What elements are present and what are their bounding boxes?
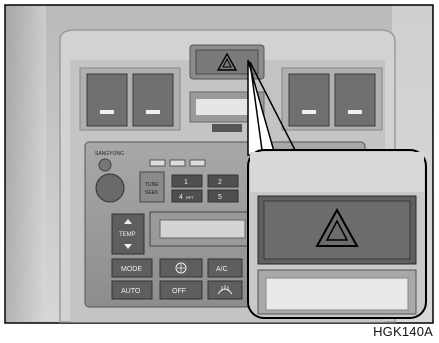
- figure-caption: HGK140A: [373, 324, 433, 339]
- cassette-slot: [159, 219, 246, 239]
- fan-icon: [175, 262, 187, 274]
- radio-brand: SANGYONG: [95, 151, 124, 157]
- preset-label: 1: [184, 179, 188, 186]
- tune-label: TUNE: [145, 182, 159, 188]
- radio-button[interactable]: [169, 159, 186, 167]
- right-switch-1[interactable]: [288, 73, 330, 127]
- radio-knob-small[interactable]: [98, 158, 112, 172]
- preset-label: 5: [218, 194, 222, 201]
- auto-label: AUTO: [121, 288, 141, 295]
- zoom-bezel-top: [250, 152, 424, 192]
- mode-label: MODE: [121, 266, 142, 273]
- preset-button-2[interactable]: [207, 174, 239, 188]
- vent-slider[interactable]: [212, 124, 242, 132]
- radio-button[interactable]: [149, 159, 166, 167]
- left-switch-2[interactable]: [132, 73, 174, 127]
- volume-knob[interactable]: [95, 173, 125, 203]
- switch-indicator: [302, 110, 316, 114]
- preset-label: 4: [179, 194, 183, 201]
- off-label: OFF: [172, 288, 186, 295]
- ac-label: A/C: [216, 266, 228, 273]
- dashboard-illustration: SANGYONG TUNE SEEK 1 2 4 RPT 5 TEMP MODE…: [4, 4, 434, 324]
- zoom-vent-opening: [265, 277, 409, 311]
- switch-indicator: [146, 110, 160, 114]
- preset-button-5[interactable]: [207, 189, 239, 203]
- preset-label: 2: [218, 179, 222, 186]
- left-switch-1[interactable]: [86, 73, 128, 127]
- temp-label: TEMP: [119, 232, 136, 238]
- preset-suffix: RPT: [186, 195, 195, 200]
- switch-indicator: [348, 110, 362, 114]
- radio-button[interactable]: [189, 159, 206, 167]
- right-switch-2[interactable]: [334, 73, 376, 127]
- left-pillar: [6, 6, 46, 322]
- switch-indicator: [100, 110, 114, 114]
- seek-label: SEEK: [145, 190, 159, 196]
